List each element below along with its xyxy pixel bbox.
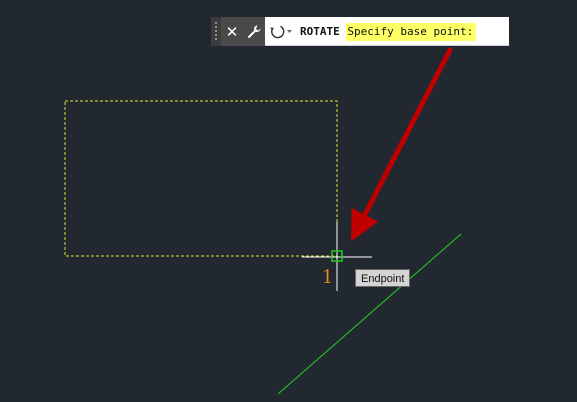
chevron-down-icon xyxy=(287,30,292,33)
selected-rectangle[interactable] xyxy=(64,100,338,257)
pick-count-label: 1 xyxy=(322,264,333,288)
prompt-text: Specify base point: xyxy=(346,23,477,41)
annotation-arrow xyxy=(351,47,453,242)
command-line[interactable]: ✕ ROTATE Specify base point: xyxy=(211,17,509,46)
endpoint-tooltip: Endpoint xyxy=(355,269,411,287)
rotate-command-icon xyxy=(270,25,292,39)
drawing-area[interactable] xyxy=(0,0,577,402)
green-line[interactable] xyxy=(277,233,462,395)
close-icon: ✕ xyxy=(225,22,239,41)
customize-button[interactable] xyxy=(243,17,265,46)
command-prompt[interactable]: ROTATE Specify base point: xyxy=(300,17,477,46)
wrench-icon xyxy=(247,25,261,38)
drag-handle[interactable] xyxy=(211,17,221,46)
command-line-tools: ✕ xyxy=(221,17,265,46)
recent-commands-button[interactable] xyxy=(267,22,295,41)
grip-icon xyxy=(214,21,218,42)
close-button[interactable]: ✕ xyxy=(221,17,243,46)
command-name: ROTATE xyxy=(300,25,340,38)
